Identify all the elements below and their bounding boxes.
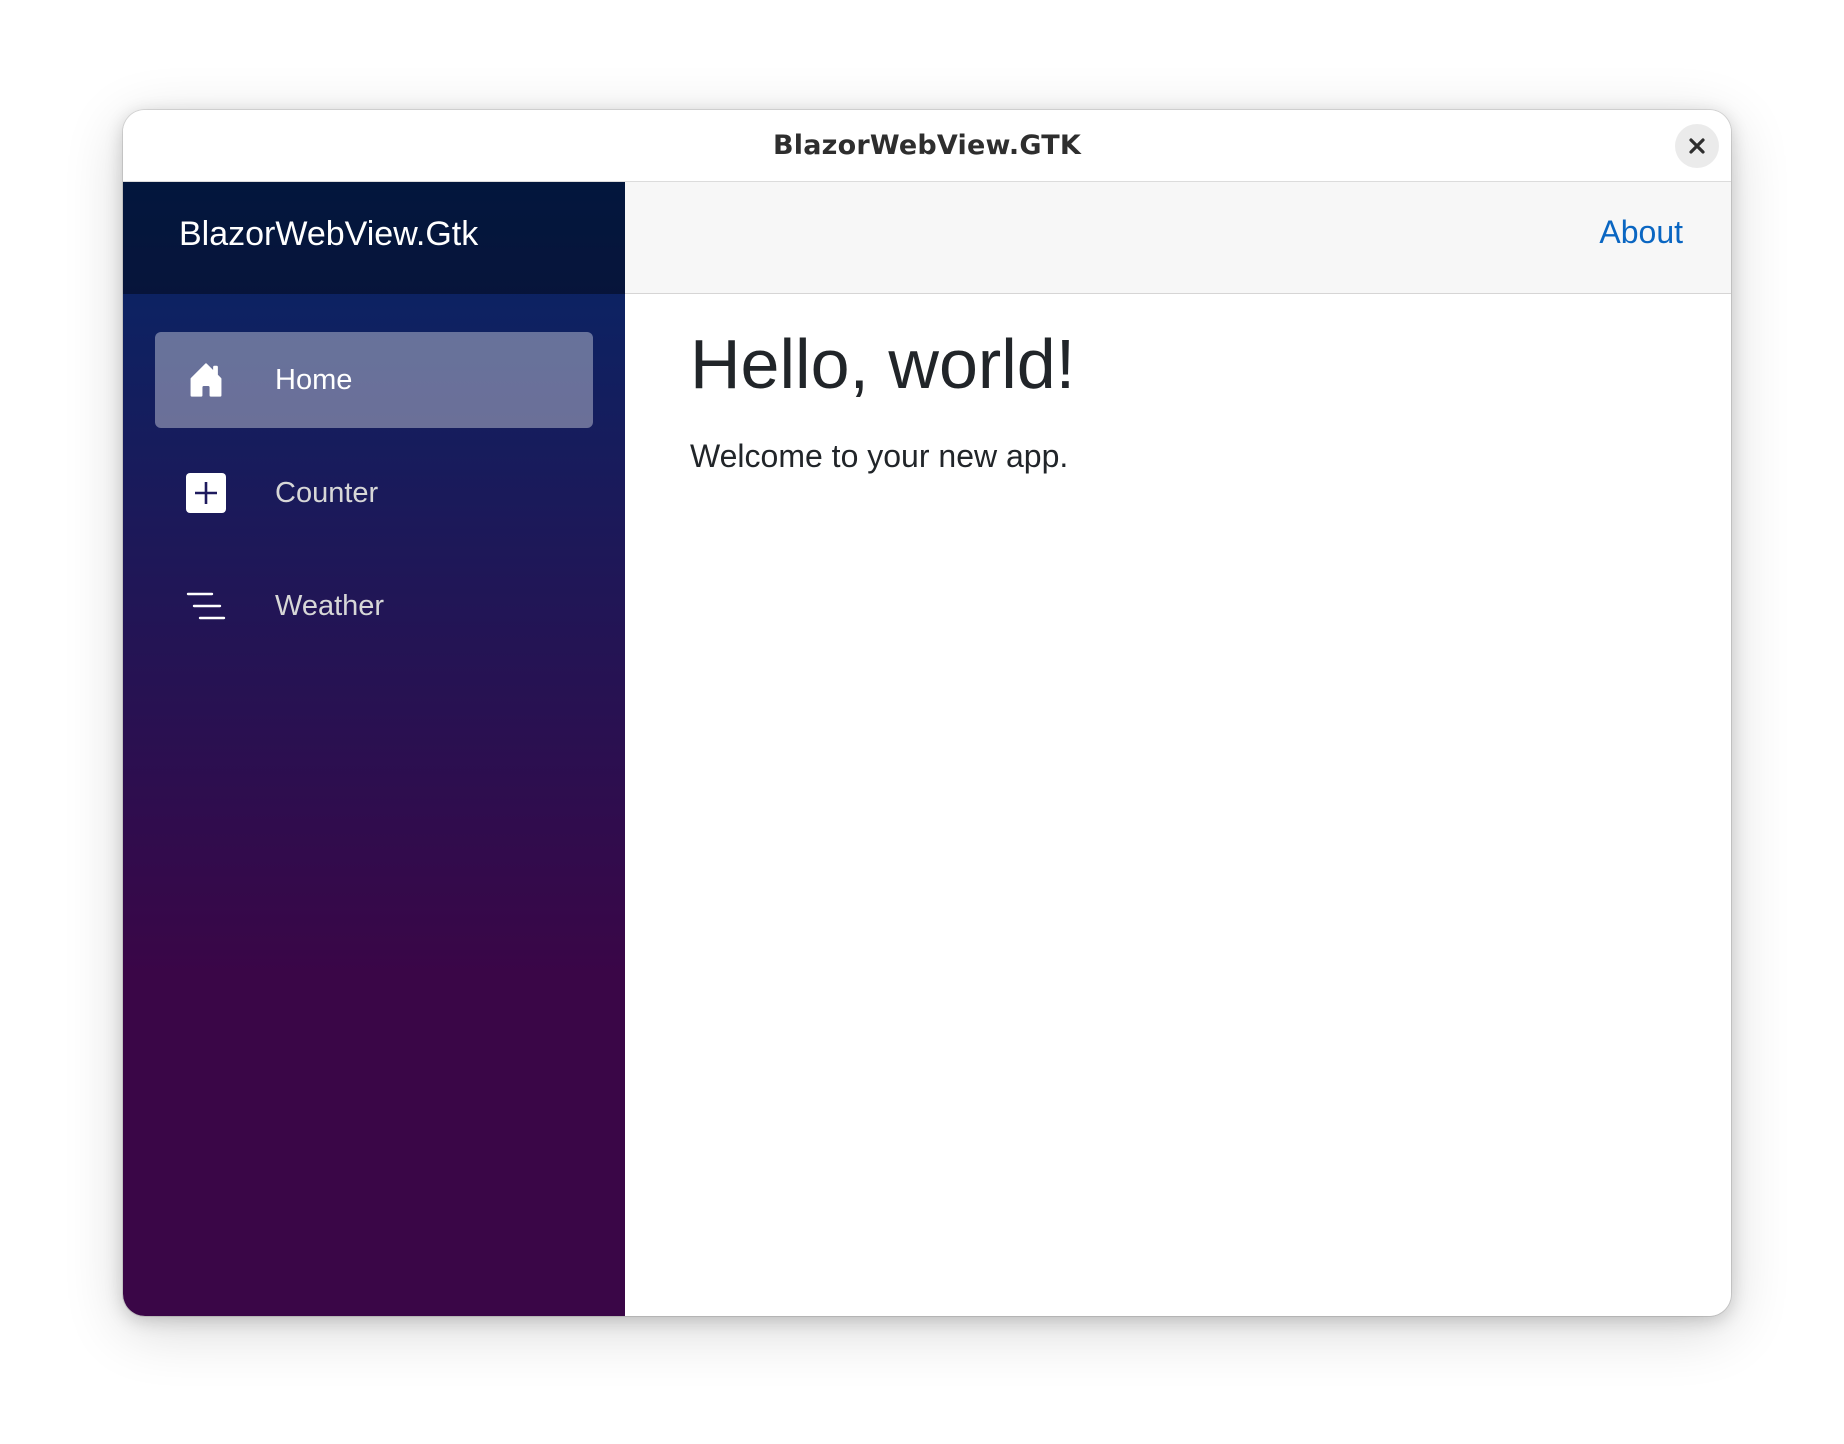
main-content: About Hello, world! Welcome to your new … xyxy=(625,182,1731,1316)
sidebar-item-counter[interactable]: Counter xyxy=(155,445,593,541)
welcome-text: Welcome to your new app. xyxy=(690,438,1069,474)
page-title: Hello, world! xyxy=(690,325,1076,403)
sidebar-item-label: Weather xyxy=(275,589,385,622)
brand-link[interactable]: BlazorWebView.Gtk xyxy=(179,215,478,254)
window-titlebar[interactable]: BlazorWebView.GTK xyxy=(123,110,1731,182)
top-row: About xyxy=(625,182,1731,294)
about-link[interactable]: About xyxy=(1599,214,1683,251)
sidebar-item-label: Home xyxy=(275,363,353,396)
close-icon xyxy=(1689,138,1705,154)
app-window: BlazorWebView.GTK BlazorWebView.Gtk Home xyxy=(123,110,1731,1316)
list-icon xyxy=(185,585,227,627)
plus-square-icon xyxy=(185,472,227,514)
home-icon xyxy=(185,359,227,401)
sidebar-item-label: Counter xyxy=(275,476,379,509)
sidebar-item-home[interactable]: Home xyxy=(155,332,593,428)
sidebar-item-weather[interactable]: Weather xyxy=(155,558,593,654)
brand-bar: BlazorWebView.Gtk xyxy=(123,182,625,294)
sidebar: BlazorWebView.Gtk Home Counter Weather xyxy=(123,182,625,1316)
close-button[interactable] xyxy=(1675,124,1719,168)
window-title: BlazorWebView.GTK xyxy=(773,130,1081,161)
